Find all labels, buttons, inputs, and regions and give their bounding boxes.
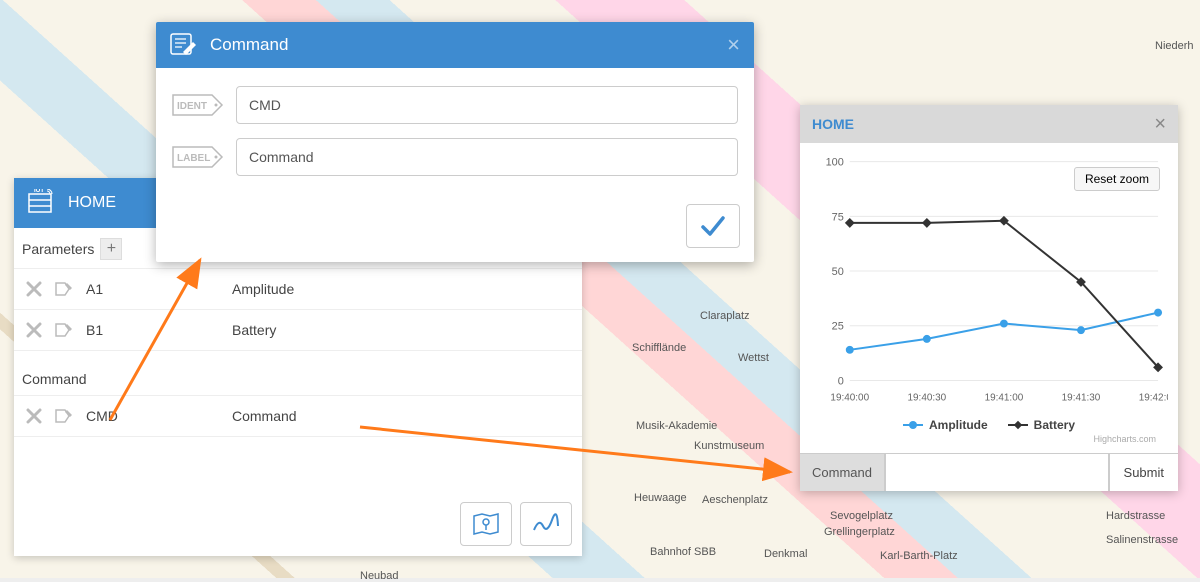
confirm-button[interactable] <box>686 204 740 248</box>
delete-button[interactable] <box>22 277 46 301</box>
chart-submit-button[interactable]: Submit <box>1109 454 1178 491</box>
chart-panel-header: HOME × <box>800 105 1178 143</box>
label-input[interactable] <box>236 138 738 176</box>
parameter-code: B1 <box>82 322 232 338</box>
map-label: Niederh <box>1155 40 1194 52</box>
legend-battery-label: Battery <box>1034 418 1075 432</box>
map-label: Salinenstrasse <box>1106 534 1178 546</box>
home-panel-footer <box>14 492 582 556</box>
close-icon <box>26 281 42 297</box>
svg-text:IDENT: IDENT <box>177 101 207 112</box>
form-edit-icon <box>170 33 198 57</box>
line-chart-icon <box>532 512 560 536</box>
check-icon <box>700 214 726 238</box>
edit-button[interactable] <box>52 404 76 428</box>
map-label: Hardstrasse <box>1106 510 1165 522</box>
svg-text:19:41:00: 19:41:00 <box>985 392 1024 403</box>
tag-edit-icon <box>55 322 73 338</box>
chart-close-button[interactable]: × <box>1154 113 1166 136</box>
svg-text:19:40:30: 19:40:30 <box>908 392 947 403</box>
parameter-code: A1 <box>82 281 232 297</box>
svg-text:50: 50 <box>832 266 844 278</box>
svg-text:LABEL: LABEL <box>177 153 210 164</box>
chart-credits: Highcharts.com <box>810 432 1168 448</box>
map-label: Neubad <box>360 570 399 582</box>
map-view-button[interactable] <box>460 502 512 546</box>
chart-command-label: Command <box>800 454 885 491</box>
chart-command-input[interactable] <box>885 454 1109 491</box>
map-label: Kunstmuseum <box>694 440 764 452</box>
edit-button[interactable] <box>52 277 76 301</box>
legend-battery[interactable]: Battery <box>1008 418 1075 432</box>
edit-button[interactable] <box>52 318 76 342</box>
chart-view-button[interactable] <box>520 502 572 546</box>
parameter-label: Amplitude <box>232 281 574 297</box>
reset-zoom-button[interactable]: Reset zoom <box>1074 167 1160 191</box>
map-label: Sevogelplatz <box>830 510 893 522</box>
command-section-header: Command <box>14 361 582 396</box>
chart-panel: HOME × Reset zoom 0 25 50 75 100 19:40:00 19:4… <box>800 105 1178 491</box>
close-icon <box>26 322 42 338</box>
add-parameter-button[interactable]: + <box>100 238 122 260</box>
map-label: Musik-Akademie <box>636 420 717 432</box>
iot-home-icon: IOT <box>28 189 56 217</box>
delete-button[interactable] <box>22 404 46 428</box>
parameters-section-label: Parameters <box>22 241 94 257</box>
tag-edit-icon <box>55 281 73 297</box>
map-label: Heuwaage <box>634 492 687 504</box>
map-label: Grellingerplatz <box>824 526 895 538</box>
command-dialog: Command × IDENT LABEL <box>156 22 754 262</box>
svg-text:IOT: IOT <box>34 189 44 194</box>
home-panel-title: HOME <box>68 194 116 212</box>
map-label: Claraplatz <box>700 310 750 322</box>
map-label: Aeschenplatz <box>702 494 768 506</box>
chart-panel-title: HOME <box>812 116 854 132</box>
command-row: CMD Command <box>14 396 582 437</box>
svg-text:75: 75 <box>832 211 844 223</box>
ident-input[interactable] <box>236 86 738 124</box>
command-label: Command <box>232 408 574 424</box>
tag-edit-icon <box>55 408 73 424</box>
map-label: Bahnhof SBB <box>650 546 716 558</box>
close-icon <box>26 408 42 424</box>
svg-text:100: 100 <box>826 157 844 169</box>
svg-text:19:42:00: 19:42:00 <box>1139 392 1168 403</box>
command-dialog-title: Command <box>210 35 288 55</box>
legend-amplitude[interactable]: Amplitude <box>903 418 988 432</box>
svg-text:19:40:00: 19:40:00 <box>830 392 869 403</box>
command-code: CMD <box>82 408 232 424</box>
chart-area[interactable]: Reset zoom 0 25 50 75 100 19:40:00 19:40:30 19:… <box>800 143 1178 453</box>
command-dialog-header: Command × <box>156 22 754 68</box>
map-label: Denkmal <box>764 548 807 560</box>
parameter-row: A1 Amplitude <box>14 269 582 310</box>
chart-legend: Amplitude Battery <box>810 414 1168 432</box>
command-section-label: Command <box>22 371 87 387</box>
svg-text:0: 0 <box>838 375 844 387</box>
map-label: Karl-Barth-Platz <box>880 550 958 562</box>
dialog-close-button[interactable]: × <box>727 32 740 58</box>
parameter-row: B1 Battery <box>14 310 582 351</box>
svg-text:19:41:30: 19:41:30 <box>1062 392 1101 403</box>
map-pin-icon <box>472 512 500 536</box>
delete-button[interactable] <box>22 318 46 342</box>
legend-amplitude-label: Amplitude <box>929 418 988 432</box>
map-label: Schifflände <box>632 342 686 354</box>
parameter-label: Battery <box>232 322 574 338</box>
chart-command-bar: Command Submit <box>800 453 1178 491</box>
label-label-icon: LABEL <box>172 146 228 168</box>
svg-text:25: 25 <box>832 321 844 333</box>
ident-label-icon: IDENT <box>172 94 228 116</box>
map-label: Wettst <box>738 352 769 364</box>
